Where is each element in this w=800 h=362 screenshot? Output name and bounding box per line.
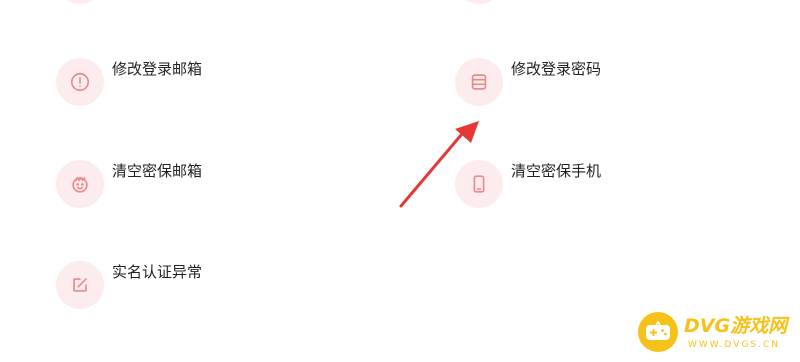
option-clear-security-email[interactable]: 清空密保邮箱 (56, 160, 256, 212)
option-real-name-verification-issue[interactable]: 实名认证异常 (56, 261, 256, 313)
cropped-option-icon-left (56, 0, 104, 4)
option-clear-security-phone[interactable]: 清空密保手机 (455, 160, 655, 212)
option-label: 实名认证异常 (112, 263, 203, 281)
watermark-url: WWW.DVGS.CN (688, 340, 781, 350)
gamepad-icon (638, 312, 678, 352)
option-label: 修改登录密码 (511, 60, 602, 78)
face-icon (56, 160, 104, 208)
watermark: DVG游戏网 WWW.DVGS.CN (638, 312, 794, 356)
option-change-login-email[interactable]: 修改登录邮箱 (56, 58, 256, 110)
option-label: 清空密保手机 (511, 162, 602, 180)
option-label: 修改登录邮箱 (112, 60, 203, 78)
edit-square-icon (56, 261, 104, 309)
watermark-brand: DVG游戏网 (684, 315, 788, 337)
exclamation-circle-icon (56, 58, 104, 106)
cropped-option-icon-right (455, 0, 503, 4)
option-change-login-password[interactable]: 修改登录密码 (455, 58, 655, 110)
stack-icon (455, 58, 503, 106)
option-label: 清空密保邮箱 (112, 162, 203, 180)
phone-icon (455, 160, 503, 208)
